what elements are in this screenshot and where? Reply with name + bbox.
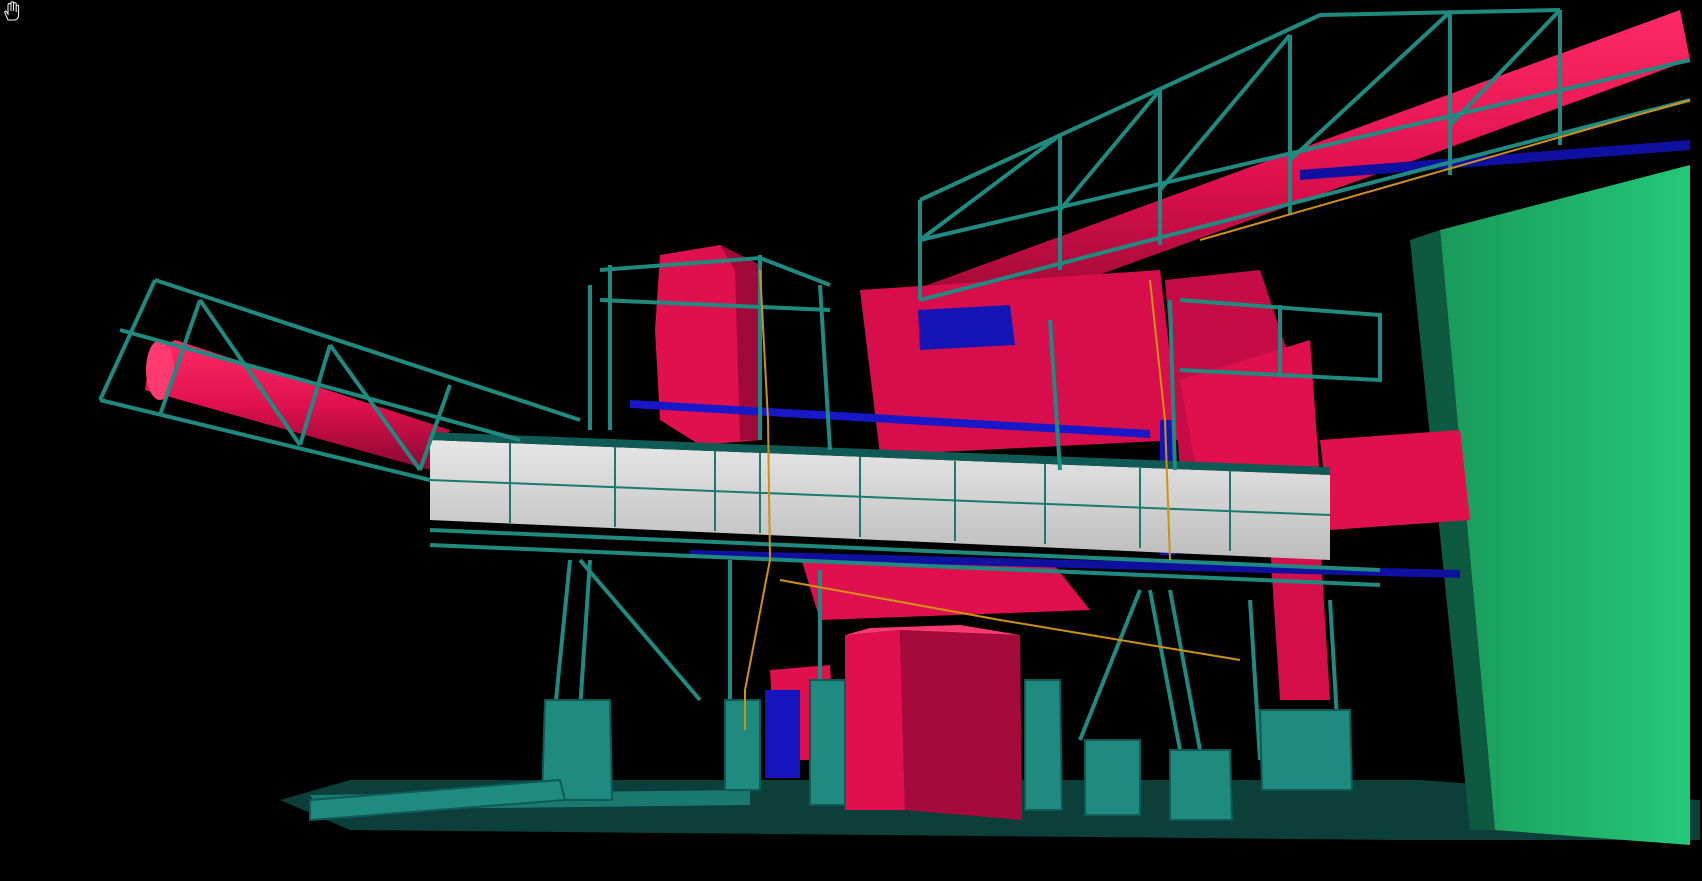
- plant-model-render[interactable]: [0, 0, 1702, 881]
- pan-hand-icon: [4, 1, 20, 21]
- red-tanks: [845, 625, 1022, 820]
- 3d-viewport[interactable]: [0, 0, 1702, 881]
- foundation-blocks: [309, 679, 1354, 822]
